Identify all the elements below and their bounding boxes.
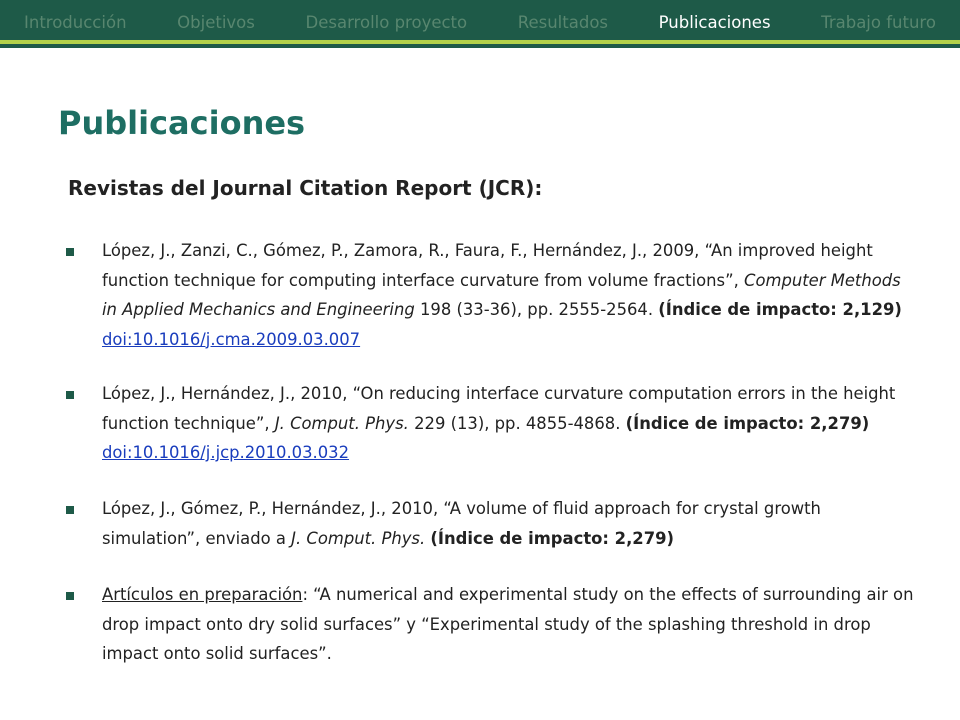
publication-item: López, J., Zanzi, C., Gómez, P., Zamora,… — [66, 236, 916, 354]
tab-publicaciones[interactable]: Publicaciones — [659, 13, 771, 39]
top-navigation-bar: Introducción Objetivos Desarrollo proyec… — [0, 0, 960, 48]
tab-desarrollo-proyecto[interactable]: Desarrollo proyecto — [306, 13, 468, 39]
publication-authors: López, J., Gómez, P., Hernández, J., 201… — [102, 499, 444, 518]
impact-factor: (Índice de impacto: 2,279) — [430, 528, 675, 548]
publication-authors: López, J., Hernández, J., 2010, — [102, 384, 353, 403]
publication-text: López, J., Zanzi, C., Gómez, P., Zamora,… — [102, 236, 916, 354]
publication-details: 229 (13), pp. 4855-4868. — [408, 413, 626, 433]
accent-line — [0, 40, 960, 44]
publication-text: López, J., Gómez, P., Hernández, J., 201… — [102, 494, 916, 553]
publication-journal: J. Comput. Phys. — [291, 528, 426, 548]
in-preparation-text: Artículos en preparación: “A numerical a… — [102, 580, 916, 669]
impact-factor: (Índice de impacto: 2,279) — [625, 413, 870, 433]
publication-text: López, J., Hernández, J., 2010, “On redu… — [102, 379, 916, 468]
impact-factor: (Índice de impacto: 2,129) — [658, 300, 902, 319]
tab-trabajo-futuro[interactable]: Trabajo futuro — [821, 13, 936, 39]
tab-introduccion[interactable]: Introducción — [24, 13, 127, 39]
bullet-square — [66, 506, 74, 514]
doi-link[interactable]: doi:10.1016/j.cma.2009.03.007 — [102, 330, 360, 349]
bullet-square — [66, 391, 74, 399]
publication-item: López, J., Hernández, J., 2010, “On redu… — [66, 379, 916, 468]
publication-item: López, J., Gómez, P., Hernández, J., 201… — [66, 494, 916, 553]
doi-link[interactable]: doi:10.1016/j.jcp.2010.03.032 — [102, 443, 349, 462]
tab-objetivos[interactable]: Objetivos — [177, 13, 255, 39]
bullet-square — [66, 248, 74, 256]
publication-authors: López, J., Zanzi, C., Gómez, P., Zamora,… — [102, 241, 705, 260]
tab-resultados[interactable]: Resultados — [518, 13, 608, 39]
section-tabs: Introducción Objetivos Desarrollo proyec… — [0, 13, 960, 39]
bullet-square — [66, 592, 74, 600]
publication-details: 198 (33-36), pp. 2555-2564. — [414, 300, 659, 319]
in-preparation-label: Artículos en preparación — [102, 585, 303, 604]
in-preparation-item: Artículos en preparación: “A numerical a… — [66, 580, 916, 669]
page-title: Publicaciones — [58, 104, 306, 142]
publication-journal: J. Comput. Phys. — [274, 413, 409, 433]
section-subtitle: Revistas del Journal Citation Report (JC… — [68, 176, 543, 200]
